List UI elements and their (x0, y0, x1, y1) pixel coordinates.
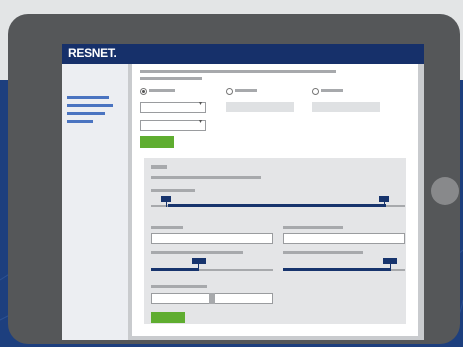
brand-logo: RESNET. (68, 46, 117, 60)
slider-label-3 (283, 251, 363, 254)
disabled-field-1 (226, 102, 294, 112)
content-subheading (140, 77, 202, 80)
slider-3-fill (283, 268, 391, 271)
slider-2-handle-stem (198, 263, 199, 269)
field-label-1 (151, 226, 183, 229)
radio-label-2 (235, 89, 257, 92)
form-card (144, 158, 406, 324)
radio-label-1 (149, 89, 175, 92)
main-content: ▾ ▾ (132, 64, 418, 336)
sidebar-nav-item[interactable] (67, 96, 109, 99)
card-description (151, 176, 261, 179)
sidebar (62, 64, 128, 340)
slider-3-handle-stem (390, 263, 391, 269)
radio-option-3[interactable] (312, 88, 319, 95)
tablet-screen: RESNET. ▾ ▾ (62, 44, 424, 340)
card-submit-button[interactable] (151, 312, 185, 323)
sidebar-nav-item[interactable] (67, 104, 113, 107)
sidebar-nav-item[interactable] (67, 120, 93, 123)
tablet-home-button (431, 177, 459, 205)
card-label (151, 165, 167, 169)
slider-label-2 (151, 251, 243, 254)
field-label-2 (283, 226, 343, 229)
range-slider-handle-min-stem (166, 201, 167, 207)
submit-button[interactable] (140, 136, 174, 148)
app-header: RESNET. (62, 44, 424, 64)
stepper-label (151, 285, 207, 288)
stepper-handle[interactable] (209, 293, 215, 304)
content-heading (140, 70, 336, 73)
dropdown-select-1[interactable]: ▾ (140, 101, 206, 113)
app-body: ▾ ▾ (62, 64, 424, 340)
radio-option-2[interactable] (226, 88, 233, 95)
text-input-1[interactable] (151, 233, 273, 244)
range-slider-handle-max-stem (384, 201, 385, 207)
slider-2-fill (151, 268, 199, 271)
radio-label-3 (321, 89, 343, 92)
dropdown-select-2[interactable]: ▾ (140, 119, 206, 131)
tablet-device: RESNET. ▾ ▾ (8, 14, 460, 344)
slider-2-handle[interactable] (192, 258, 206, 264)
disabled-field-2 (312, 102, 380, 112)
chevron-down-icon: ▾ (198, 119, 202, 125)
radio-option-1[interactable] (140, 88, 147, 95)
text-input-2[interactable] (283, 233, 405, 244)
chevron-down-icon: ▾ (198, 101, 202, 107)
slider-label-1 (151, 189, 195, 192)
sidebar-nav-item[interactable] (67, 112, 105, 115)
range-slider-fill (168, 204, 386, 207)
